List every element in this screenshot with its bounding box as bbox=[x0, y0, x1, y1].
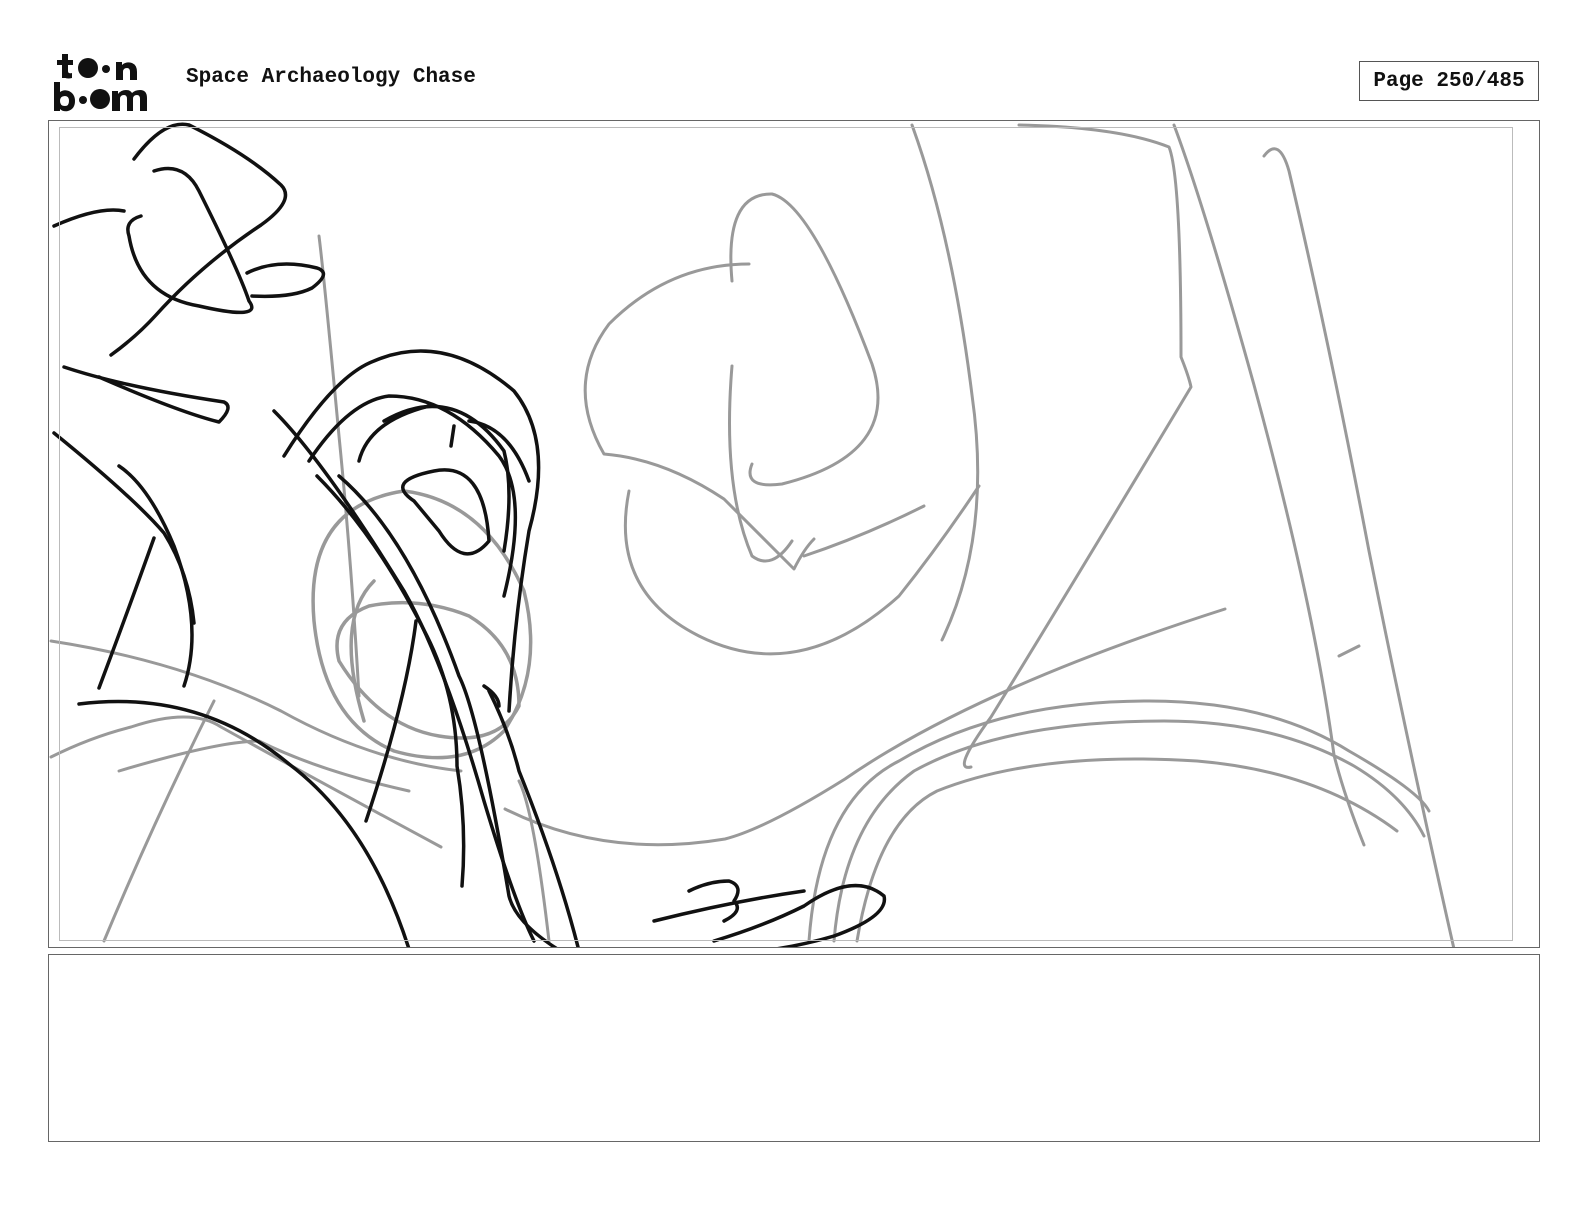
toon-boom-logo bbox=[54, 54, 147, 112]
page-number: Page 250/485 bbox=[1359, 61, 1539, 101]
panel-sketch bbox=[49, 122, 1456, 947]
storyboard-panel bbox=[48, 120, 1540, 948]
project-title: Space Archaeology Chase bbox=[186, 66, 476, 89]
caption-box bbox=[48, 954, 1540, 1142]
